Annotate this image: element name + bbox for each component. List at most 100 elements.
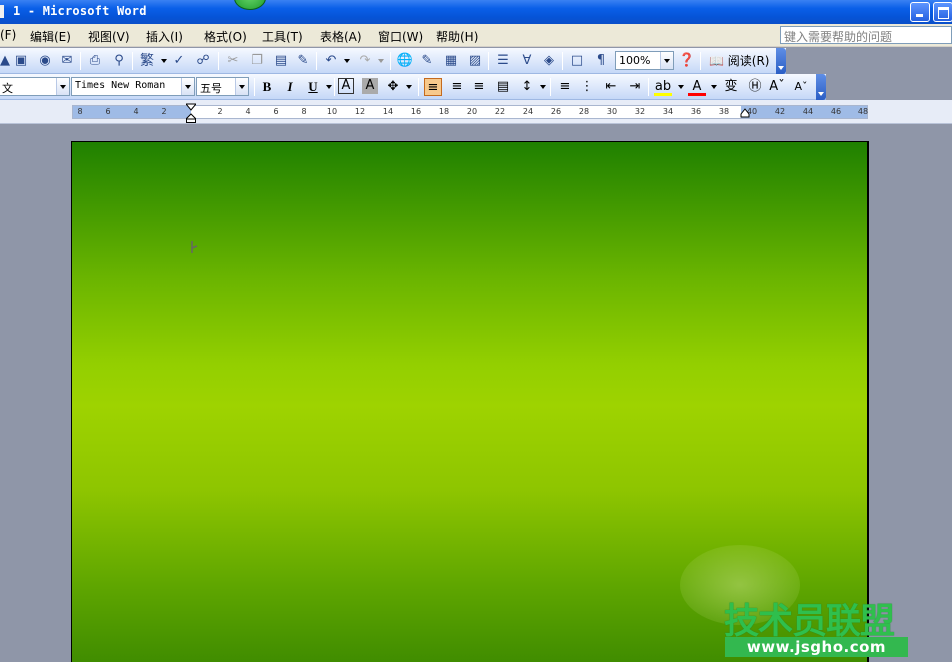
ruler-tick: 44	[802, 107, 814, 116]
chevron-down-icon[interactable]	[660, 52, 673, 69]
font-value: Times New Roman	[75, 80, 166, 91]
permission-icon[interactable]: ◉	[36, 52, 54, 70]
print-preview-icon[interactable]: ⚲	[110, 52, 128, 70]
paragraph-mark-icon[interactable]: ¶	[592, 52, 610, 70]
menu-table[interactable]: 表格(A)	[320, 28, 362, 45]
enclose-char-icon[interactable]: Ⓗ	[746, 78, 764, 96]
align-left-button[interactable]: ≡	[424, 78, 442, 96]
menu-view[interactable]: 视图(V)	[88, 28, 130, 45]
decrease-indent-icon[interactable]: ⇤	[602, 78, 620, 96]
font-select[interactable]: Times New Roman	[71, 77, 195, 96]
chevron-down-icon[interactable]	[378, 59, 384, 63]
ruler-tick: 28	[578, 107, 590, 116]
help-icon[interactable]: ❓	[678, 52, 696, 70]
separator	[218, 52, 219, 70]
separator	[254, 78, 255, 96]
ruler-tick: 46	[830, 107, 842, 116]
text-cursor-icon	[191, 241, 198, 253]
email-icon[interactable]: ✉	[58, 52, 76, 70]
tables-borders-icon[interactable]: ✎	[418, 52, 436, 70]
ruler-tick: 16	[410, 107, 422, 116]
chevron-down-icon[interactable]	[181, 78, 194, 95]
numbering-icon[interactable]: ≡	[556, 78, 574, 96]
menu-file[interactable]: (F)	[0, 28, 16, 42]
ruler-tick: 8	[77, 107, 83, 116]
zoom-select[interactable]: 100%	[615, 51, 674, 70]
shrink-font-icon[interactable]: Aˇ	[792, 78, 810, 96]
menu-window[interactable]: 窗口(W)	[378, 28, 423, 45]
chevron-down-icon[interactable]	[344, 59, 350, 63]
format-painter-icon[interactable]: ✎	[294, 52, 312, 70]
spelling-icon[interactable]: ✓	[170, 52, 188, 70]
style-select[interactable]: 文	[0, 77, 70, 96]
separator	[488, 52, 489, 70]
chevron-down-icon[interactable]	[56, 78, 69, 95]
font-color-icon[interactable]: A	[688, 78, 706, 96]
redo-icon[interactable]: ↷	[356, 52, 374, 70]
restore-button[interactable]	[933, 2, 952, 22]
chevron-down-icon[interactable]	[235, 78, 248, 95]
ruler-tick: 12	[354, 107, 366, 116]
chevron-down-icon[interactable]	[326, 85, 332, 89]
font-size-select[interactable]: 五号	[196, 77, 249, 96]
char-border-icon[interactable]: A	[338, 78, 354, 94]
research-icon[interactable]: ☍	[194, 52, 212, 70]
ruler-tick: 4	[245, 107, 251, 116]
bold-button[interactable]: B	[258, 78, 276, 96]
highlight-icon[interactable]: ab	[654, 78, 672, 96]
ruler-tick: 32	[634, 107, 646, 116]
chevron-down-icon[interactable]	[711, 85, 717, 89]
indent-marker-icon[interactable]	[186, 103, 196, 123]
ruler-tick: 42	[774, 107, 786, 116]
toolbar-options-button[interactable]	[776, 48, 786, 74]
title-bar: 1 - Microsoft Word	[0, 0, 952, 24]
print-icon[interactable]: ⎙	[86, 52, 104, 70]
char-scaling-icon[interactable]: ✥	[384, 78, 402, 96]
columns-icon[interactable]: ☰	[494, 52, 512, 70]
save-icon[interactable]: ▣	[12, 52, 30, 70]
undo-icon[interactable]: ↶	[322, 52, 340, 70]
traditional-chinese-icon[interactable]: 繁	[138, 52, 156, 70]
menu-insert[interactable]: 插入(I)	[146, 28, 183, 45]
menu-format[interactable]: 格式(O)	[204, 28, 247, 45]
menu-tools[interactable]: 工具(T)	[262, 28, 303, 45]
show-hide-icon[interactable]: □	[568, 52, 586, 70]
help-search-input[interactable]: 键入需要帮助的问题	[780, 26, 952, 44]
char-shading-icon[interactable]: A	[362, 78, 378, 94]
cut-icon[interactable]: ✂	[224, 52, 242, 70]
align-center-button[interactable]: ≡	[448, 78, 466, 96]
minimize-button[interactable]	[910, 2, 930, 22]
chevron-down-icon[interactable]	[540, 85, 546, 89]
grow-font-icon[interactable]: Aˇ	[768, 78, 786, 96]
separator	[700, 52, 701, 70]
bullets-icon[interactable]: ⋮	[578, 78, 596, 96]
read-button[interactable]: 📖 阅读(R)	[706, 51, 772, 70]
paste-icon[interactable]: ▤	[272, 52, 290, 70]
phonetic-guide-icon[interactable]: 变	[722, 78, 740, 96]
menu-edit[interactable]: 编辑(E)	[30, 28, 71, 45]
ruler-tick: 6	[273, 107, 279, 116]
separator	[334, 78, 335, 96]
hyperlink-icon[interactable]: 🌐	[396, 52, 414, 70]
standard-toolbar: ▲ ▣ ◉ ✉ ⎙ ⚲ 繁 ✓ ☍ ✂ ❐ ▤ ✎ ↶ ↷ 🌐 ✎ ▦ ▨ ☰ …	[0, 48, 786, 74]
menu-help[interactable]: 帮助(H)	[436, 28, 478, 45]
chevron-down-icon[interactable]	[678, 85, 684, 89]
separator	[390, 52, 391, 70]
right-indent-marker-icon[interactable]	[740, 108, 750, 118]
document-map-icon[interactable]: ◈	[540, 52, 558, 70]
italic-button[interactable]: I	[281, 78, 299, 96]
insert-table-icon[interactable]: ▦	[442, 52, 460, 70]
insert-excel-icon[interactable]: ▨	[466, 52, 484, 70]
chevron-down-icon[interactable]	[406, 85, 412, 89]
underline-button[interactable]: U	[304, 78, 322, 96]
line-spacing-icon[interactable]: ↕	[518, 78, 536, 96]
ruler-tick: 22	[494, 107, 506, 116]
increase-indent-icon[interactable]: ⇥	[626, 78, 644, 96]
chevron-down-icon[interactable]	[161, 59, 167, 63]
distributed-align-button[interactable]: ▤	[494, 78, 512, 96]
separator	[550, 78, 551, 96]
toolbar-options-button[interactable]	[816, 74, 826, 100]
copy-icon[interactable]: ❐	[248, 52, 266, 70]
drawing-icon[interactable]: ∀	[518, 52, 536, 70]
align-right-button[interactable]: ≡	[470, 78, 488, 96]
